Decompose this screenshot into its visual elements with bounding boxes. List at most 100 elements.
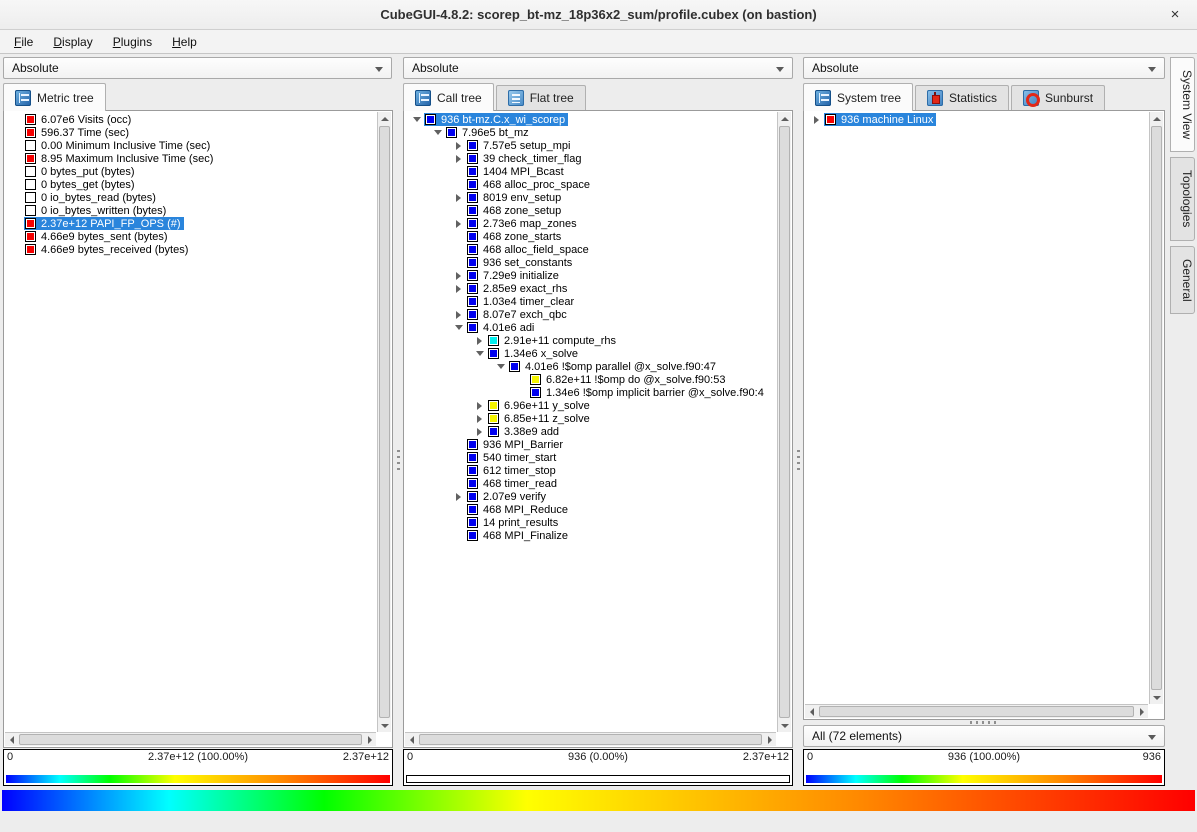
tree-row[interactable]: 936 machine Linux bbox=[805, 113, 1148, 126]
expand-arrow-icon[interactable] bbox=[472, 399, 487, 412]
tree-row[interactable]: 936 set_constants bbox=[405, 256, 776, 269]
tree-node[interactable]: 612 timer_stop bbox=[466, 464, 559, 477]
tree-node[interactable]: 468 MPI_Reduce bbox=[466, 503, 571, 516]
expand-arrow-icon[interactable] bbox=[451, 139, 466, 152]
tree-row[interactable]: 2.37e+12 PAPI_FP_OPS (#) bbox=[5, 217, 376, 230]
close-icon[interactable]: × bbox=[1163, 0, 1187, 30]
tree-node[interactable]: 6.96e+11 y_solve bbox=[487, 399, 593, 412]
tree-row[interactable]: 8.07e7 exch_qbc bbox=[405, 308, 776, 321]
expand-arrow-icon[interactable] bbox=[472, 412, 487, 425]
tree-node[interactable]: 2.73e6 map_zones bbox=[466, 217, 580, 230]
tree-row[interactable]: 0.00 Minimum Inclusive Time (sec) bbox=[5, 139, 376, 152]
tree-node[interactable]: 936 machine Linux bbox=[824, 113, 936, 126]
tree-row[interactable]: 39 check_timer_flag bbox=[405, 152, 776, 165]
tree-node[interactable]: 7.57e5 setup_mpi bbox=[466, 139, 573, 152]
menu-item-display[interactable]: Display bbox=[43, 32, 102, 52]
tree-row[interactable]: 612 timer_stop bbox=[405, 464, 776, 477]
tree-row[interactable]: 468 MPI_Reduce bbox=[405, 503, 776, 516]
scroll-down-icon[interactable] bbox=[378, 719, 391, 732]
tree-node[interactable]: 468 alloc_field_space bbox=[466, 243, 592, 256]
call-value-mode-dropdown[interactable]: Absolute bbox=[403, 57, 793, 79]
metric-tree[interactable]: 6.07e6 Visits (occ)596.37 Time (sec)0.00… bbox=[3, 110, 393, 748]
tree-node[interactable]: 936 MPI_Barrier bbox=[466, 438, 566, 451]
collapse-arrow-icon[interactable] bbox=[430, 126, 445, 139]
tree-node[interactable]: 7.96e5 bt_mz bbox=[445, 126, 532, 139]
tree-node[interactable]: 468 zone_starts bbox=[466, 230, 564, 243]
tree-row[interactable]: 3.38e9 add bbox=[405, 425, 776, 438]
tree-node[interactable]: 0 io_bytes_read (bytes) bbox=[24, 191, 159, 204]
scroll-right-icon[interactable] bbox=[363, 733, 376, 746]
tab-sunburst[interactable]: Sunburst bbox=[1011, 85, 1105, 110]
scroll-right-icon[interactable] bbox=[1135, 705, 1148, 718]
collapse-arrow-icon[interactable] bbox=[409, 113, 424, 126]
tree-node[interactable]: 4.01e6 adi bbox=[466, 321, 537, 334]
menu-item-help[interactable]: Help bbox=[162, 32, 207, 52]
expand-arrow-icon[interactable] bbox=[451, 152, 466, 165]
tree-node[interactable]: 3.38e9 add bbox=[487, 425, 562, 438]
system-tree[interactable]: 936 machine Linux bbox=[803, 110, 1165, 720]
scrollbar-thumb[interactable] bbox=[379, 126, 390, 718]
side-tab-general[interactable]: General bbox=[1170, 246, 1195, 315]
scroll-right-icon[interactable] bbox=[763, 733, 776, 746]
expand-arrow-icon[interactable] bbox=[809, 113, 824, 126]
tree-node[interactable]: 0 bytes_get (bytes) bbox=[24, 178, 138, 191]
call-tree[interactable]: 936 bt-mz.C.x_wi_scorep7.96e5 bt_mz7.57e… bbox=[403, 110, 793, 748]
tree-row[interactable]: 6.85e+11 z_solve bbox=[405, 412, 776, 425]
scroll-left-icon[interactable] bbox=[805, 705, 818, 718]
tree-node[interactable]: 4.01e6 !$omp parallel @x_solve.f90:47 bbox=[508, 360, 719, 373]
expand-arrow-icon[interactable] bbox=[472, 334, 487, 347]
tree-node[interactable]: 6.07e6 Visits (occ) bbox=[24, 113, 134, 126]
tree-row[interactable]: 1404 MPI_Bcast bbox=[405, 165, 776, 178]
tree-node[interactable]: 4.66e9 bytes_received (bytes) bbox=[24, 243, 191, 256]
splitter-handle[interactable] bbox=[397, 450, 400, 474]
scroll-up-icon[interactable] bbox=[1150, 112, 1163, 125]
menu-item-file[interactable]: File bbox=[4, 32, 43, 52]
tree-node[interactable]: 4.66e9 bytes_sent (bytes) bbox=[24, 230, 171, 243]
tab-system-tree[interactable]: System tree bbox=[803, 83, 913, 111]
tree-node[interactable]: 14 print_results bbox=[466, 516, 561, 529]
splitter-handle[interactable] bbox=[970, 721, 998, 724]
vertical-scrollbar[interactable] bbox=[777, 112, 791, 732]
expand-arrow-icon[interactable] bbox=[451, 282, 466, 295]
tree-node[interactable]: 540 timer_start bbox=[466, 451, 559, 464]
expand-arrow-icon[interactable] bbox=[451, 269, 466, 282]
tree-row[interactable]: 468 zone_starts bbox=[405, 230, 776, 243]
tree-row[interactable]: 0 bytes_put (bytes) bbox=[5, 165, 376, 178]
scroll-up-icon[interactable] bbox=[378, 112, 391, 125]
scroll-left-icon[interactable] bbox=[405, 733, 418, 746]
vertical-scrollbar[interactable] bbox=[1149, 112, 1163, 704]
system-filter-dropdown[interactable]: All (72 elements) bbox=[803, 725, 1165, 747]
tree-node[interactable]: 596.37 Time (sec) bbox=[24, 126, 132, 139]
tree-node[interactable]: 468 zone_setup bbox=[466, 204, 564, 217]
tree-row[interactable]: 2.91e+11 compute_rhs bbox=[405, 334, 776, 347]
tree-row[interactable]: 8.95 Maximum Inclusive Time (sec) bbox=[5, 152, 376, 165]
tree-row[interactable]: 8019 env_setup bbox=[405, 191, 776, 204]
tree-row[interactable]: 2.73e6 map_zones bbox=[405, 217, 776, 230]
tree-row[interactable]: 4.66e9 bytes_sent (bytes) bbox=[5, 230, 376, 243]
tree-node[interactable]: 1.03e4 timer_clear bbox=[466, 295, 577, 308]
expand-arrow-icon[interactable] bbox=[451, 490, 466, 503]
tree-row[interactable]: 540 timer_start bbox=[405, 451, 776, 464]
scroll-left-icon[interactable] bbox=[5, 733, 18, 746]
menu-item-plugins[interactable]: Plugins bbox=[103, 32, 162, 52]
scroll-down-icon[interactable] bbox=[778, 719, 791, 732]
tab-flat-tree[interactable]: Flat tree bbox=[496, 85, 586, 110]
scrollbar-thumb[interactable] bbox=[819, 706, 1134, 717]
tree-node[interactable]: 1.34e6 !$omp implicit barrier @x_solve.f… bbox=[529, 386, 767, 399]
tree-node[interactable]: 2.37e+12 PAPI_FP_OPS (#) bbox=[24, 217, 184, 230]
expand-arrow-icon[interactable] bbox=[451, 191, 466, 204]
tree-row[interactable]: 0 io_bytes_read (bytes) bbox=[5, 191, 376, 204]
tree-row[interactable]: 6.96e+11 y_solve bbox=[405, 399, 776, 412]
tree-node[interactable]: 936 bt-mz.C.x_wi_scorep bbox=[424, 113, 568, 126]
tree-row[interactable]: 2.07e9 verify bbox=[405, 490, 776, 503]
collapse-arrow-icon[interactable] bbox=[472, 347, 487, 360]
tree-row[interactable]: 0 io_bytes_written (bytes) bbox=[5, 204, 376, 217]
expand-arrow-icon[interactable] bbox=[472, 425, 487, 438]
scrollbar-thumb[interactable] bbox=[19, 734, 362, 745]
tree-row[interactable]: 4.66e9 bytes_received (bytes) bbox=[5, 243, 376, 256]
tree-row[interactable]: 7.29e9 initialize bbox=[405, 269, 776, 282]
expand-arrow-icon[interactable] bbox=[451, 217, 466, 230]
side-tab-system-view[interactable]: System View bbox=[1170, 57, 1195, 152]
tab-statistics[interactable]: Statistics bbox=[915, 85, 1009, 110]
tree-node[interactable]: 468 MPI_Finalize bbox=[466, 529, 571, 542]
